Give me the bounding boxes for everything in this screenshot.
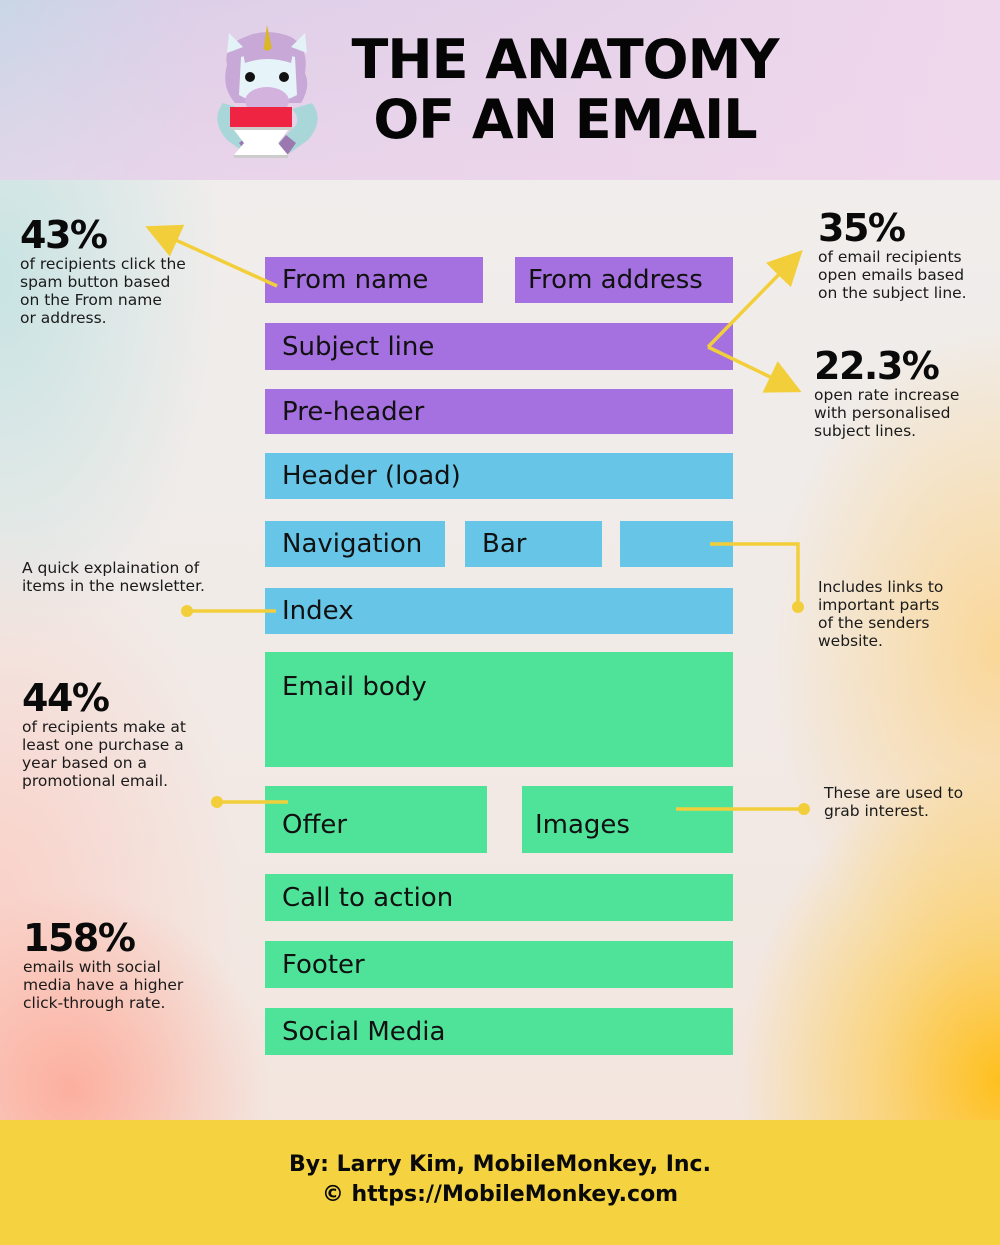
stat-purchase: 44% of recipients make at least one purc… [22, 678, 186, 790]
title-line-1: THE ANATOMY [351, 28, 780, 91]
subject-line-block: Subject line [265, 323, 733, 370]
from-address-label: From address [528, 265, 703, 295]
page-title: THE ANATOMY OF AN EMAIL [330, 30, 800, 150]
stat-social-value: 158% [23, 916, 136, 960]
header-label: Header (load) [282, 461, 461, 491]
email-body-label: Email body [282, 672, 427, 702]
bar-label: Bar [482, 529, 527, 559]
email-body-block: Email body [265, 652, 733, 767]
stat-from-description: of recipients click the spam button base… [20, 255, 186, 327]
footer-label: Footer [282, 949, 365, 980]
header-block: Header (load) [265, 453, 733, 499]
from-name-label: From name [282, 265, 429, 295]
note-images: These are used to grab interest. [824, 784, 964, 820]
stat-social: 158% emails with social media have a hig… [23, 918, 183, 1012]
footer-block: Footer [265, 941, 733, 988]
stat-purchase-description: of recipients make at least one purchase… [22, 718, 186, 790]
offer-block: Offer [265, 786, 487, 853]
unicorn-mascot-icon [217, 25, 318, 158]
social-media-block: Social Media [265, 1008, 733, 1055]
call-to-action-label: Call to action [282, 882, 454, 913]
stat-subject-open: 35% of email recipients open emails base… [818, 208, 967, 302]
stat-from: 43% of recipients click the spam button … [20, 215, 186, 327]
stat-subject-open-description: of email recipients open emails based on… [818, 248, 967, 302]
stat-subject-open-value: 35% [818, 206, 906, 250]
stat-purchase-value: 44% [22, 676, 110, 720]
index-label: Index [282, 596, 354, 626]
credit-author: By: Larry Kim, MobileMonkey, Inc. [289, 1152, 711, 1177]
call-to-action-block: Call to action [265, 874, 733, 921]
social-media-label: Social Media [282, 1016, 446, 1047]
navigation-block: Navigation [265, 521, 445, 567]
stat-from-value: 43% [20, 213, 108, 257]
offer-label: Offer [282, 809, 348, 840]
note-index: A quick explaination of items in the new… [22, 559, 205, 595]
images-block: Images [522, 786, 733, 853]
pre-header-label: Pre-header [282, 396, 425, 427]
stat-personalised-value: 22.3% [814, 344, 940, 388]
index-block: Index [265, 588, 733, 634]
stat-personalised-description: open rate increase with personalised sub… [814, 386, 960, 440]
stat-personalised: 22.3% open rate increase with personalis… [814, 346, 959, 440]
pre-header-block: Pre-header [265, 389, 733, 434]
navigation-label: Navigation [282, 529, 423, 559]
subject-line-label: Subject line [282, 331, 435, 362]
images-label: Images [535, 809, 630, 840]
bar-block: Bar [465, 521, 602, 567]
title-line-2: OF AN EMAIL [373, 88, 757, 151]
from-address-block: From address [515, 257, 733, 303]
nav-extra-block [620, 521, 733, 567]
credit-url: © https://MobileMonkey.com [321, 1182, 679, 1207]
note-navigation: Includes links to important parts of the… [818, 578, 944, 650]
from-name-block: From name [265, 257, 483, 303]
stat-social-description: emails with social media have a higher c… [23, 958, 184, 1012]
